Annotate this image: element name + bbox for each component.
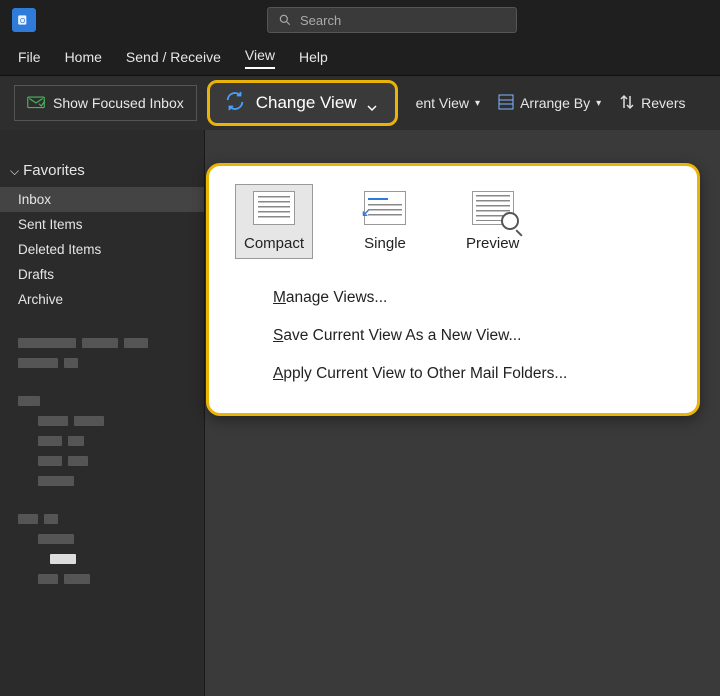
view-option-preview[interactable]: Preview [457,184,528,259]
sidebar-item-sent[interactable]: Sent Items [0,212,204,237]
outlook-app-icon: O [12,8,36,32]
view-option-label: Compact [244,235,304,252]
menu-tabs: File Home Send / Receive View Help [0,40,720,76]
change-view-label: Change View [256,93,357,113]
ribbon: Show Focused Inbox Change View ent View ▾… [0,76,720,130]
change-view-icon [224,90,246,117]
chevron-down-icon: ▾ [596,98,601,109]
arrange-by-icon [498,94,514,113]
arrange-by-label: Arrange By [520,95,590,111]
sidebar-blurred-section [0,312,204,584]
search-container: Search [267,7,517,33]
svg-text:O: O [20,18,26,25]
tab-help[interactable]: Help [299,49,328,69]
search-input[interactable]: Search [267,7,517,33]
current-view-button-partial[interactable]: ent View ▾ [416,95,480,111]
preview-view-icon [472,191,514,225]
tab-send-receive[interactable]: Send / Receive [126,49,221,69]
reverse-sort-icon [619,94,635,113]
compact-view-icon [253,191,295,225]
sidebar-item-deleted[interactable]: Deleted Items [0,237,204,262]
search-icon [278,13,292,27]
apply-current-view-item[interactable]: Apply Current View to Other Mail Folders… [273,355,677,393]
title-bar: O Search [0,0,720,40]
sidebar-item-archive[interactable]: Archive [0,287,204,312]
chevron-down-icon: ▾ [475,98,480,109]
focused-label: Show Focused Inbox [53,95,184,111]
arrange-by-button[interactable]: Arrange By ▾ [498,94,601,113]
chevron-down-icon [367,98,377,108]
view-option-single[interactable]: ➜ Single [355,184,415,259]
show-focused-inbox-button[interactable]: Show Focused Inbox [14,85,197,121]
change-view-button[interactable]: Change View [207,80,398,126]
favorites-header[interactable]: Favorites [0,158,204,187]
tab-home[interactable]: Home [65,49,102,69]
manage-views-item[interactable]: Manage Views... [273,279,677,317]
view-option-label: Preview [466,235,519,252]
current-view-label: ent View [416,95,469,111]
single-view-icon: ➜ [364,191,406,225]
view-option-label: Single [364,235,406,252]
view-option-compact[interactable]: Compact [235,184,313,259]
reverse-label: Revers [641,95,685,111]
envelope-check-icon [27,96,45,110]
tab-file[interactable]: File [18,49,41,69]
sidebar-item-drafts[interactable]: Drafts [0,262,204,287]
sidebar: Favorites Inbox Sent Items Deleted Items… [0,130,205,696]
change-view-dropdown: Compact ➜ Single Preview Manage Views...… [206,163,700,416]
search-placeholder: Search [300,13,341,28]
save-current-view-item[interactable]: Save Current View As a New View... [273,317,677,355]
reverse-sort-button[interactable]: Revers [619,94,685,113]
tab-view[interactable]: View [245,47,275,69]
sidebar-item-inbox[interactable]: Inbox [0,187,204,212]
